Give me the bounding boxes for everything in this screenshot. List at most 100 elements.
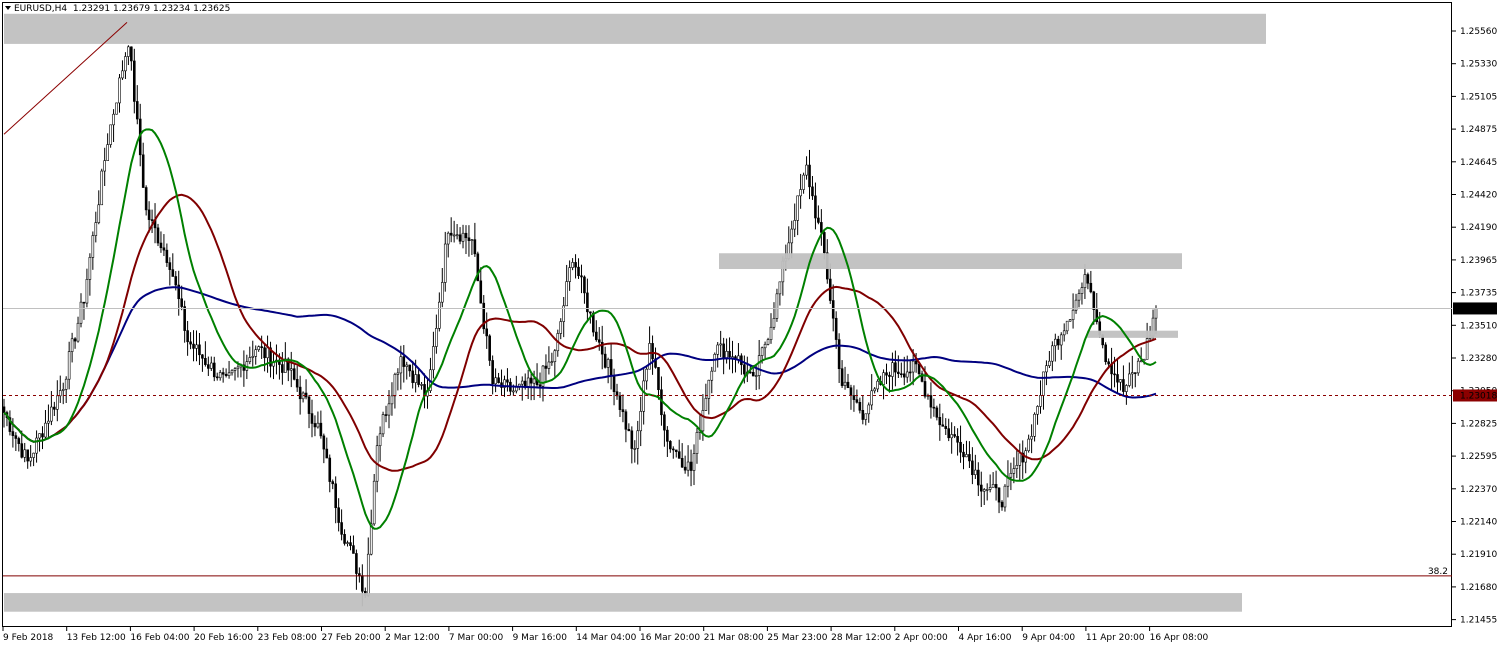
candle-body (621, 409, 625, 413)
candle-body (393, 374, 397, 397)
candle-body (965, 454, 968, 458)
candle-body (888, 374, 891, 377)
candle-body (971, 460, 974, 476)
candle-body (988, 487, 992, 490)
candle-body (811, 186, 814, 197)
candle-body (526, 377, 530, 387)
candle-body (124, 56, 127, 72)
candle-body (467, 237, 471, 241)
price-axis-label: 1.23965 (1460, 256, 1497, 266)
candle-body (319, 422, 323, 437)
candle-body (381, 414, 385, 435)
candle-body (23, 449, 27, 458)
candle-body (571, 262, 574, 268)
candle-body (612, 374, 616, 393)
candle-body (281, 364, 284, 373)
candle-body (911, 360, 915, 373)
candle-body (979, 484, 983, 492)
candle-body (908, 371, 912, 374)
time-axis-label: 7 Mar 00:00 (449, 633, 504, 643)
chart-canvas[interactable]: 1.25560 1.25330 1.25105 1.24875 1.24645 1.244… (0, 0, 1497, 649)
candle-body (53, 406, 56, 410)
dropdown-triangle-icon[interactable] (5, 6, 11, 10)
candle-body (757, 355, 761, 376)
candle-body (808, 164, 811, 188)
candle-body (248, 357, 252, 362)
candle-body (408, 364, 412, 372)
candle-body (1125, 385, 1128, 392)
candle-body (488, 335, 491, 361)
candle-body (639, 411, 643, 432)
candle-body (150, 219, 154, 221)
candle-body (553, 350, 557, 363)
time-axis-label: 9 Mar 16:00 (513, 633, 568, 643)
candle-body (594, 331, 598, 341)
candle-body (227, 372, 231, 376)
resistance-zone-top[interactable] (4, 13, 1266, 44)
time-axis-label: 2 Mar 12:00 (385, 633, 440, 643)
candle-body (793, 220, 797, 230)
candle-body (707, 379, 711, 399)
candle-body (192, 343, 195, 349)
candle-body (941, 424, 945, 427)
price-axis-label: 1.24875 (1460, 125, 1497, 135)
ma-slow-line (3, 286, 1157, 443)
candle-body (20, 443, 24, 458)
candle-body (94, 222, 98, 236)
candle-body (864, 413, 868, 420)
time-axis-label: 21 Mar 08:00 (704, 633, 764, 643)
candle-body (438, 301, 441, 329)
resistance-zone-mid[interactable] (719, 253, 1182, 270)
resistance-zone-small[interactable] (1087, 330, 1178, 338)
candle-body (719, 343, 722, 346)
candle-body (180, 298, 183, 307)
candle-body (346, 542, 349, 544)
candle-body (355, 553, 358, 574)
candle-body (133, 60, 136, 102)
candle-body (923, 381, 927, 397)
candle-body (1104, 344, 1107, 363)
candle-body (583, 276, 586, 294)
candle-body (1136, 360, 1140, 374)
candle-body (130, 46, 133, 62)
chart-window[interactable]: 1.25560 1.25330 1.25105 1.24875 1.24645 1.244… (0, 0, 1497, 649)
candle-body (817, 217, 820, 223)
candle-body (938, 416, 942, 426)
candle-body (44, 422, 47, 438)
candle-body (47, 420, 50, 424)
candle-body (479, 280, 483, 304)
candle-body (849, 387, 853, 396)
candle-body (695, 432, 699, 454)
time-axis-label: 25 Mar 23:00 (767, 633, 827, 643)
candle-body (230, 370, 234, 374)
price-axis-label: 1.22825 (1460, 419, 1497, 429)
candle-body (846, 381, 850, 389)
candle-body (11, 431, 15, 436)
candle-body (523, 380, 527, 387)
candle-body (870, 390, 874, 406)
candle-body (76, 322, 80, 342)
candle-body (559, 321, 563, 334)
candle-body (352, 545, 355, 554)
candle-body (506, 379, 509, 383)
candle-body (716, 344, 720, 355)
candle-body (917, 363, 921, 375)
candle-body (603, 353, 607, 368)
candle-body (497, 377, 500, 384)
support-zone-bottom[interactable] (4, 593, 1242, 612)
candle-body (2, 406, 6, 413)
candle-body (1080, 287, 1084, 294)
candle-body (186, 330, 189, 343)
candle-body (56, 395, 59, 410)
candle-body (959, 441, 962, 453)
candle-body (532, 378, 536, 384)
candle-body (82, 301, 86, 304)
candle-body (443, 243, 447, 283)
candle-body (1077, 293, 1081, 301)
candle-body (417, 374, 420, 385)
candle-body (743, 364, 746, 375)
candle-body (221, 372, 225, 375)
candle-body (307, 396, 311, 414)
candle-body (1133, 372, 1137, 374)
candle-body (823, 232, 826, 254)
